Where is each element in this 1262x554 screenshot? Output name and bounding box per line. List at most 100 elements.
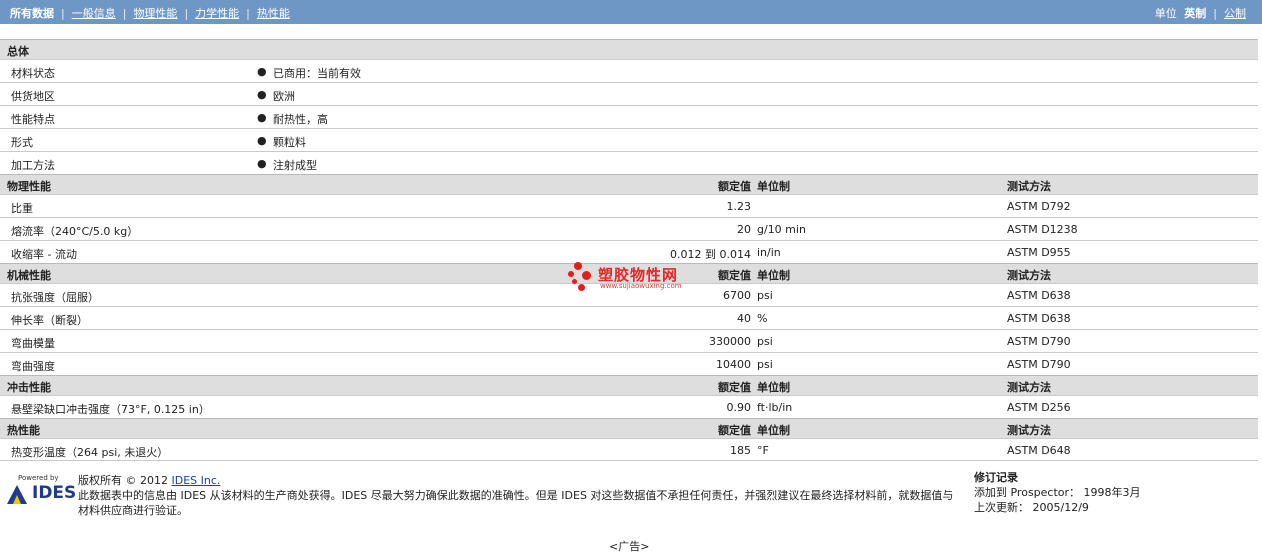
table-row: 形式 ● 颗粒料	[0, 128, 1258, 151]
test-method: ASTM D790	[1007, 358, 1071, 371]
property-name: 伸长率（断裂）	[11, 314, 88, 327]
table-row: 加工方法 ● 注射成型	[0, 151, 1258, 174]
property-name: 弯曲强度	[11, 360, 55, 373]
test-method: ASTM D648	[1007, 444, 1071, 457]
section-header-physical: 物理性能 额定值 单位制 测试方法	[0, 174, 1258, 194]
bullet-icon: ●	[257, 111, 267, 124]
table-row: 性能特点 ● 耐热性，高	[0, 105, 1258, 128]
bullet-icon: ●	[257, 88, 267, 101]
col-header-value: 额定值	[718, 180, 751, 193]
unit-imperial: 英制	[1184, 7, 1207, 20]
table-row: 材料状态 ● 已商用：当前有效	[0, 59, 1258, 82]
property-name: 形式	[11, 136, 33, 149]
col-header-unit: 单位制	[757, 180, 790, 193]
table-row: 弯曲强度 10400 psi ASTM D790	[0, 352, 1258, 375]
col-header-unit: 单位制	[757, 381, 790, 394]
copyright-block: 版权所有 © 2012 IDES Inc. 此数据表中的信息由 IDES 从该材…	[78, 473, 958, 518]
property-name: 熔流率（240°C/5.0 kg）	[11, 225, 139, 238]
property-value: 1.23	[726, 200, 752, 213]
watermark-url: www.sujiaowuxing.com	[600, 282, 682, 290]
ides-link[interactable]: IDES Inc.	[171, 474, 220, 487]
section-header-impact: 冲击性能 额定值 单位制 测试方法	[0, 375, 1258, 395]
property-unit: psi	[757, 335, 773, 348]
section-title: 冲击性能	[7, 381, 51, 394]
col-header-test: 测试方法	[1007, 180, 1051, 193]
disclaimer-text: 此数据表中的信息由 IDES 从该材料的生产商处获得。IDES 尽最大努力确保此…	[78, 489, 954, 517]
property-unit: %	[757, 312, 768, 325]
bullet-icon: ●	[257, 157, 267, 170]
property-value: 已商用：当前有效	[273, 67, 361, 80]
property-unit: °F	[757, 444, 769, 457]
tab-thermal[interactable]: 热性能	[257, 5, 290, 21]
test-method: ASTM D955	[1007, 246, 1071, 259]
property-table: 总体 材料状态 ● 已商用：当前有效 供货地区 ● 欧洲 性能特点 ● 耐热性，…	[0, 39, 1258, 461]
property-value: 颗粒料	[273, 136, 306, 149]
col-header-unit: 单位制	[757, 424, 790, 437]
added-value: 1998年3月	[1083, 486, 1141, 499]
property-name: 热变形温度（264 psi, 未退火）	[11, 446, 169, 459]
table-row: 供货地区 ● 欧洲	[0, 82, 1258, 105]
property-name: 收缩率 - 流动	[11, 248, 77, 261]
test-method: ASTM D1238	[1007, 223, 1078, 236]
added-label: 添加到 Prospector：	[974, 486, 1081, 499]
section-header-general: 总体	[0, 39, 1258, 59]
revision-history: 修订记录 添加到 Prospector： 1998年3月 上次更新： 2005/…	[974, 470, 1141, 515]
col-header-test: 测试方法	[1007, 424, 1051, 437]
section-title: 机械性能	[7, 269, 51, 282]
tab-physical[interactable]: 物理性能	[133, 5, 177, 21]
unit-metric-link[interactable]: 公制	[1224, 7, 1246, 20]
property-unit: psi	[757, 358, 773, 371]
col-header-value: 额定值	[718, 424, 751, 437]
section-tabs: 所有数据 | 一般信息 | 物理性能 | 力学性能 | 热性能	[10, 5, 290, 21]
tab-all-data[interactable]: 所有数据	[10, 5, 54, 21]
logo-word: IDES	[32, 483, 77, 503]
ides-mark-icon	[7, 485, 27, 504]
property-name: 弯曲模量	[11, 337, 55, 350]
table-row: 热变形温度（264 psi, 未退火） 185 °F ASTM D648	[0, 438, 1258, 461]
section-title: 总体	[7, 45, 29, 58]
test-method: ASTM D638	[1007, 312, 1071, 325]
property-unit: in/in	[757, 246, 781, 259]
section-title: 热性能	[7, 424, 40, 437]
property-unit: ft·lb/in	[757, 401, 793, 414]
col-header-unit: 单位制	[757, 269, 790, 282]
table-row: 伸长率（断裂） 40 % ASTM D638	[0, 306, 1258, 329]
tab-mechanical[interactable]: 力学性能	[195, 5, 239, 21]
col-header-test: 测试方法	[1007, 381, 1051, 394]
bullet-icon: ●	[257, 65, 267, 78]
tab-separator: |	[122, 7, 127, 20]
bullet-icon: ●	[257, 134, 267, 147]
section-title: 物理性能	[7, 180, 51, 193]
unit-switcher: 单位 英制 | 公制	[1155, 5, 1246, 21]
property-name: 供货地区	[11, 90, 55, 103]
property-name: 加工方法	[11, 159, 55, 172]
table-row: 弯曲模量 330000 psi ASTM D790	[0, 329, 1258, 352]
property-value: 20	[737, 223, 751, 236]
property-value: 欧洲	[273, 90, 295, 103]
property-name: 悬壁梁缺口冲击强度（73°F, 0.125 in）	[11, 403, 210, 416]
logo-powered-text: Powered by	[18, 474, 59, 482]
col-header-value: 额定值	[718, 269, 751, 282]
tab-general-info[interactable]: 一般信息	[72, 5, 116, 21]
test-method: ASTM D790	[1007, 335, 1071, 348]
ides-logo[interactable]: Powered by IDES	[6, 473, 76, 505]
unit-separator: |	[1213, 7, 1217, 20]
property-unit: psi	[757, 289, 773, 302]
test-method: ASTM D792	[1007, 200, 1071, 213]
property-unit: g/10 min	[757, 223, 806, 236]
tab-separator: |	[184, 7, 189, 20]
tab-separator: |	[61, 7, 65, 20]
property-value: 10400	[716, 358, 751, 371]
units-label: 单位	[1154, 7, 1177, 20]
property-value: 185	[730, 444, 751, 457]
table-row: 收缩率 - 流动 0.012 到 0.014 in/in ASTM D955	[0, 240, 1258, 263]
test-method: ASTM D638	[1007, 289, 1071, 302]
updated-label: 上次更新：	[974, 501, 1029, 514]
col-header-test: 测试方法	[1007, 269, 1051, 282]
test-method: ASTM D256	[1007, 401, 1071, 414]
property-value: 0.012 到 0.014	[670, 248, 751, 261]
property-name: 比重	[11, 202, 33, 215]
property-value: 330000	[709, 335, 751, 348]
table-row: 比重 1.23 ASTM D792	[0, 194, 1258, 217]
copyright-text: 版权所有 © 2012	[78, 474, 172, 487]
